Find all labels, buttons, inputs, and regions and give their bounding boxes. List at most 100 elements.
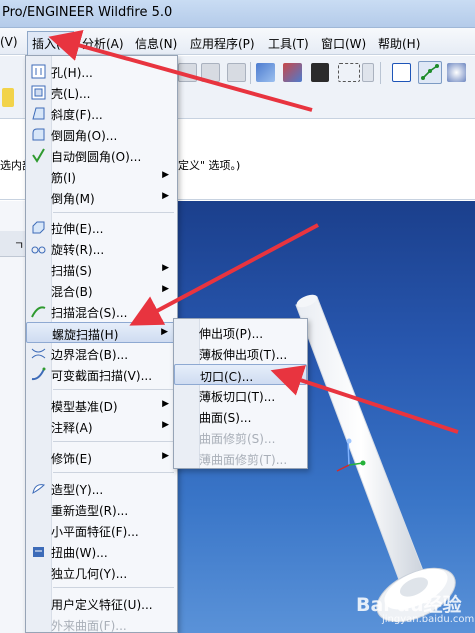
- menu-item-label: 拉伸(E)...: [51, 222, 104, 236]
- menu-item-blend[interactable]: 混合(B) ▶: [26, 280, 177, 301]
- spin-center-icon[interactable]: [447, 63, 466, 82]
- title-bar: Pro/ENGINEER Wildfire 5.0: [0, 0, 475, 28]
- toolbar-separator: [380, 62, 381, 84]
- variable-section-sweep-icon: [31, 367, 46, 382]
- menu-item-independent-geometry[interactable]: 独立几何(Y)...: [26, 562, 177, 583]
- menu-item-boundary-blend[interactable]: 边界混合(B)...: [26, 343, 177, 364]
- extrude-icon: [31, 220, 46, 235]
- menu-item-label: 扭曲(W)...: [51, 546, 108, 560]
- menu-item-label: 修饰(E): [51, 452, 92, 466]
- menu-item-label: 曲面(S)...: [199, 411, 252, 425]
- menu-separator: [53, 441, 174, 442]
- menu-item-shell[interactable]: 壳(L)...: [26, 82, 177, 103]
- menu-item-rib[interactable]: 筋(I) ▶: [26, 166, 177, 187]
- model-tree-strip: ㄱ: [0, 201, 26, 633]
- menu-separator: [53, 212, 174, 213]
- menu-item-revolve[interactable]: 旋转(R)...: [26, 238, 177, 259]
- menu-window[interactable]: 窗口(W): [321, 35, 366, 52]
- menu-item-label: 自动倒圆角(O)...: [51, 150, 142, 164]
- menu-item-style[interactable]: 造型(Y)...: [26, 478, 177, 499]
- menu-item-sweep[interactable]: 扫描(S) ▶: [26, 259, 177, 280]
- boundary-blend-icon: [31, 346, 46, 361]
- menu-item-label: 用户定义特征(U)...: [51, 598, 153, 612]
- draft-icon: [31, 106, 46, 121]
- menu-insert[interactable]: 插入(I): [27, 31, 74, 56]
- regenerate-manager-icon[interactable]: [283, 63, 302, 82]
- menu-item-label: 斜度(F)...: [51, 108, 103, 122]
- menu-item-helical-sweep[interactable]: 螺旋扫描(H) ▶: [26, 322, 177, 343]
- message-text-right: 定义" 选项。): [178, 159, 241, 172]
- menu-item-chamfer[interactable]: 倒角(M) ▶: [26, 187, 177, 208]
- submenu-item-thin-cut[interactable]: 薄板切口(T)...: [174, 385, 307, 406]
- hole-icon: [31, 64, 46, 79]
- menu-item-label: 混合(B): [51, 285, 93, 299]
- menu-item-label: 倒圆角(O)...: [51, 129, 118, 143]
- paste-icon[interactable]: [201, 63, 220, 82]
- submenu-arrow-icon: ▶: [162, 399, 169, 409]
- menu-item-label: 造型(Y)...: [51, 483, 104, 497]
- menu-item-label: 薄曲面修剪(T)...: [199, 453, 288, 467]
- menu-item-label: 曲面修剪(S)...: [199, 432, 276, 446]
- menu-item-hole[interactable]: 孔(H)...: [26, 61, 177, 82]
- toolbar-separator: [250, 62, 251, 84]
- toolbar-datum-icon[interactable]: [2, 88, 14, 107]
- select-dropdown-icon[interactable]: [362, 63, 374, 82]
- watermark-url: jingyan.baidu.com: [382, 614, 475, 625]
- submenu-arrow-icon: ▶: [162, 451, 169, 461]
- watermark-logo: Bai du经验: [356, 594, 462, 616]
- menu-tools[interactable]: 工具(T): [268, 35, 309, 52]
- menu-applications[interactable]: 应用程序(P): [190, 35, 255, 52]
- find-icon[interactable]: [311, 63, 329, 82]
- submenu-item-surface[interactable]: 曲面(S)...: [174, 406, 307, 427]
- menu-item-label: 独立几何(Y)...: [51, 567, 128, 581]
- submenu-arrow-icon: ▶: [162, 420, 169, 430]
- menu-item-cosmetic[interactable]: 修饰(E) ▶: [26, 447, 177, 468]
- menu-item-restyle[interactable]: 重新造型(R)...: [26, 499, 177, 520]
- menu-item-warp[interactable]: 扭曲(W)...: [26, 541, 177, 562]
- menu-item-round[interactable]: 倒圆角(O)...: [26, 124, 177, 145]
- menu-item-label: 筋(I): [51, 171, 76, 185]
- menu-item-extrude[interactable]: 拉伸(E)...: [26, 217, 177, 238]
- regenerate-icon[interactable]: [256, 63, 275, 82]
- menu-item-label: 薄板切口(T)...: [199, 390, 276, 404]
- strip-glyph: ㄱ: [14, 239, 25, 252]
- submenu-arrow-icon: ▶: [162, 191, 169, 201]
- menu-view[interactable]: (V): [0, 35, 18, 49]
- datum-display-icon[interactable]: [392, 63, 411, 82]
- paste-special-icon[interactable]: [227, 63, 246, 82]
- menu-item-variable-section-sweep[interactable]: 可变截面扫描(V)...: [26, 364, 177, 385]
- menu-item-model-datum[interactable]: 模型基准(D) ▶: [26, 395, 177, 416]
- menu-item-label: 注释(A): [51, 421, 93, 435]
- select-box-icon[interactable]: [338, 63, 360, 82]
- submenu-item-protrusion[interactable]: 伸出项(P)...: [174, 322, 307, 343]
- submenu-arrow-icon: ▶: [162, 263, 169, 273]
- submenu-item-cut[interactable]: 切口(C)...: [174, 364, 307, 385]
- menu-item-label: 薄板伸出项(T)...: [199, 348, 288, 362]
- menu-item-user-defined-feature[interactable]: 用户定义特征(U)...: [26, 593, 177, 614]
- submenu-arrow-icon: ▶: [162, 284, 169, 294]
- datum-axes-icon[interactable]: [418, 61, 442, 84]
- warp-icon: [31, 544, 46, 559]
- menu-item-import-surface: 外来曲面(F)...: [26, 614, 177, 633]
- menu-item-label: 伸出项(P)...: [199, 327, 264, 341]
- menu-separator: [53, 389, 174, 390]
- copy-icon[interactable]: [178, 63, 197, 82]
- revolve-icon: [31, 241, 46, 256]
- menu-item-annotation[interactable]: 注释(A) ▶: [26, 416, 177, 437]
- menu-item-label: 扫描混合(S)...: [51, 306, 128, 320]
- insert-menu: 孔(H)... 壳(L)... 斜度(F)... 倒圆角(O)... 自动倒圆角…: [25, 55, 178, 633]
- helical-sweep-submenu: 伸出项(P)... 薄板伸出项(T)... 切口(C)... 薄板切口(T)..…: [173, 318, 308, 469]
- menu-analysis[interactable]: 分析(A): [82, 35, 124, 52]
- menu-info[interactable]: 信息(N): [135, 35, 177, 52]
- menu-item-label: 螺旋扫描(H): [52, 328, 119, 342]
- menu-bar: (V) 插入(I) 分析(A) 信息(N) 应用程序(P) 工具(T) 窗口(W…: [0, 28, 475, 56]
- menu-item-facet-feature[interactable]: 小平面特征(F)...: [26, 520, 177, 541]
- submenu-item-thin-surface-trim: 薄曲面修剪(T)...: [174, 448, 307, 469]
- menu-help[interactable]: 帮助(H): [378, 35, 420, 52]
- menu-item-label: 扫描(S): [51, 264, 92, 278]
- menu-item-draft[interactable]: 斜度(F)...: [26, 103, 177, 124]
- submenu-item-thin-protrusion[interactable]: 薄板伸出项(T)...: [174, 343, 307, 364]
- submenu-item-surface-trim: 曲面修剪(S)...: [174, 427, 307, 448]
- menu-item-auto-round[interactable]: 自动倒圆角(O)...: [26, 145, 177, 166]
- menu-item-swept-blend[interactable]: 扫描混合(S)...: [26, 301, 177, 322]
